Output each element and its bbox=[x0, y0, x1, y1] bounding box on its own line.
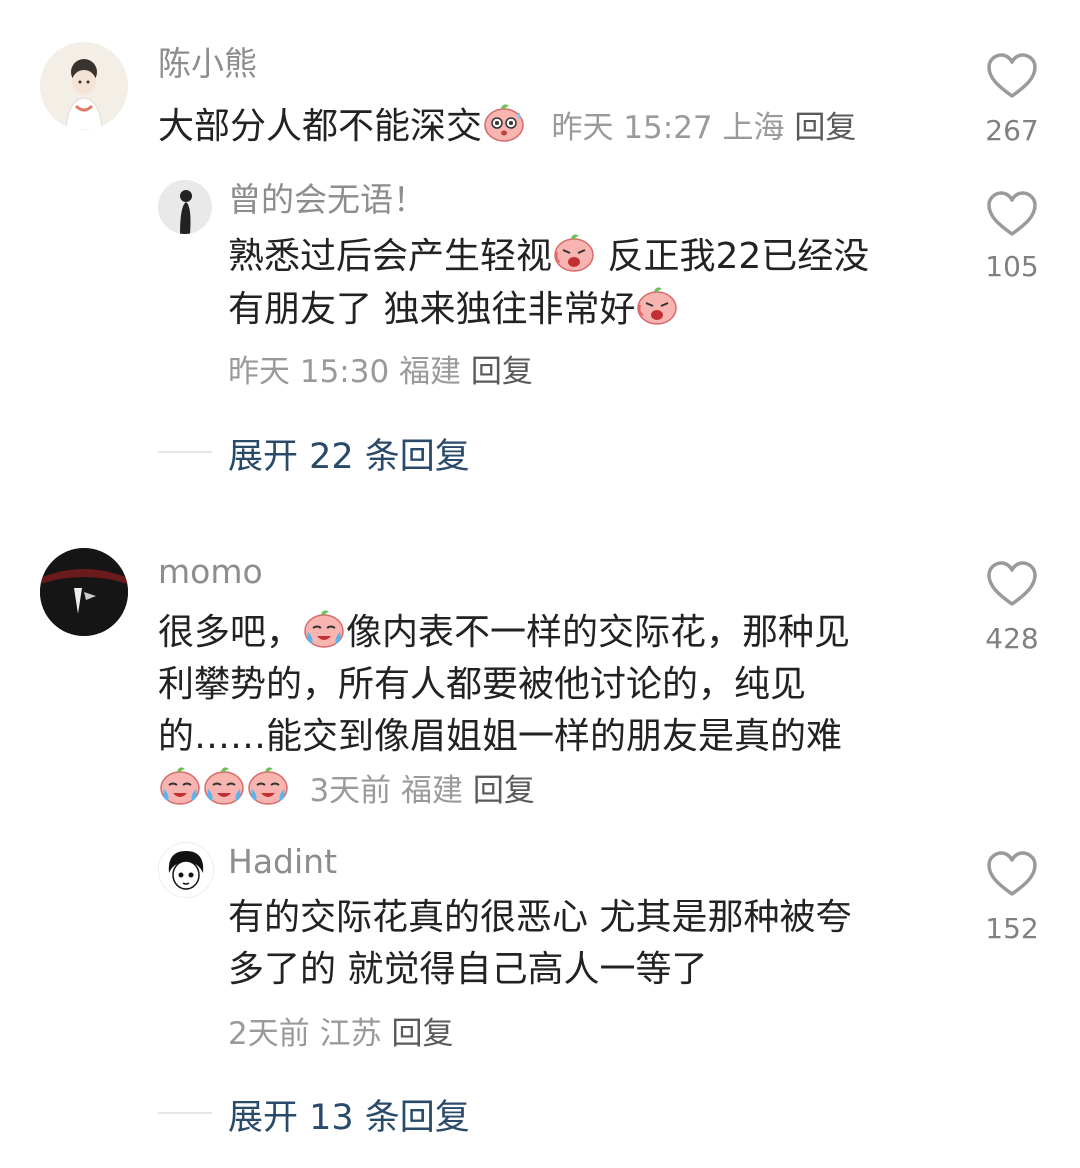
comment-location: 上海 bbox=[722, 110, 785, 146]
avatar[interactable] bbox=[158, 842, 214, 898]
like-button[interactable] bbox=[986, 52, 1038, 104]
commenter-name[interactable]: momo bbox=[158, 552, 263, 592]
divider bbox=[158, 451, 212, 453]
heart-outline-icon[interactable] bbox=[986, 560, 1038, 608]
like-button[interactable] bbox=[986, 560, 1038, 612]
like-count: 152 bbox=[985, 912, 1039, 945]
divider bbox=[158, 1112, 212, 1114]
reply-button[interactable]: 回复 bbox=[794, 110, 856, 146]
commenter-name[interactable]: 曾的会无语！ bbox=[228, 180, 426, 220]
commenter-name[interactable]: Hadint bbox=[228, 842, 337, 882]
comment-text: 大部分人都不能深交 昨天 15:27 上海 回复 bbox=[158, 100, 856, 154]
reply-text-line: 有朋友了 独来独往非常好 bbox=[228, 289, 636, 330]
comment-text-line: 利攀势的，所有人都要被他讨论的，纯见 bbox=[158, 664, 807, 705]
reply-button[interactable]: 回复 bbox=[473, 773, 535, 809]
reply-text: 有的交际花真的很恶心 尤其是那种被夸 多了的 就觉得自己高人一等了 bbox=[228, 892, 928, 996]
reply-button[interactable]: 回复 bbox=[391, 1016, 453, 1052]
like-button[interactable] bbox=[986, 850, 1038, 902]
cry-emoji-icon bbox=[246, 763, 290, 807]
reply-text-line: 反正我22已经没 bbox=[596, 236, 870, 277]
cry-emoji-icon bbox=[202, 763, 246, 807]
comment-time: 3天前 bbox=[309, 773, 392, 809]
comment-text-line: 很多吧， bbox=[158, 612, 303, 653]
avatar[interactable] bbox=[40, 548, 128, 636]
comment-text-line: 像内表不一样的交际花，那种见 bbox=[346, 612, 851, 653]
reply-location: 福建 bbox=[399, 354, 462, 390]
like-count: 105 bbox=[985, 250, 1039, 283]
comment-meta: 3天前 福建 回复 bbox=[309, 773, 534, 809]
like-count: 267 bbox=[985, 114, 1039, 147]
sweat-emoji-icon bbox=[482, 100, 526, 144]
commenter-name[interactable]: 陈小熊 bbox=[158, 44, 257, 84]
avatar[interactable] bbox=[158, 180, 212, 234]
comment-text: 很多吧， 像内表不一样的交际花，那种见 利攀势的，所有人都要被他讨论的，纯见 的…… bbox=[158, 606, 918, 817]
like-count: 428 bbox=[985, 622, 1039, 655]
reply-time: 2天前 bbox=[228, 1016, 310, 1052]
like-button[interactable] bbox=[986, 190, 1038, 242]
comment-time: 昨天 15:27 bbox=[551, 110, 713, 146]
heart-outline-icon[interactable] bbox=[986, 850, 1038, 898]
comment-text-content: 大部分人都不能深交 bbox=[158, 106, 483, 147]
cry-emoji-icon bbox=[302, 606, 346, 650]
expand-replies-button[interactable]: 展开 13 条回复 bbox=[228, 1089, 470, 1140]
cry-emoji-icon bbox=[158, 763, 202, 807]
reply-text-line: 熟悉过后会产生轻视 bbox=[228, 236, 553, 277]
reply-text-line: 有的交际花真的很恶心 尤其是那种被夸 bbox=[228, 897, 852, 938]
heart-outline-icon[interactable] bbox=[986, 52, 1038, 100]
reply-text-line: 多了的 就觉得自己高人一等了 bbox=[228, 949, 708, 990]
comment-location: 福建 bbox=[401, 773, 464, 809]
reply-time: 昨天 15:30 bbox=[228, 354, 390, 390]
reply-button[interactable]: 回复 bbox=[471, 354, 533, 390]
reply-text: 熟悉过后会产生轻视 反正我22已经没 有朋友了 独来独往非常好 bbox=[228, 230, 928, 336]
angry-emoji-icon bbox=[635, 283, 679, 327]
comment-meta: 昨天 15:27 上海 回复 bbox=[551, 110, 856, 146]
avatar[interactable] bbox=[40, 42, 128, 130]
angry-emoji-icon bbox=[552, 230, 596, 274]
expand-replies-button[interactable]: 展开 22 条回复 bbox=[228, 428, 470, 479]
heart-outline-icon[interactable] bbox=[986, 190, 1038, 238]
reply-meta: 2天前 江苏 回复 bbox=[228, 1008, 453, 1053]
comment-text-line: 的……能交到像眉姐姐一样的朋友是真的难 bbox=[158, 716, 843, 757]
reply-location: 江苏 bbox=[319, 1016, 382, 1052]
reply-meta: 昨天 15:30 福建 回复 bbox=[228, 346, 533, 391]
